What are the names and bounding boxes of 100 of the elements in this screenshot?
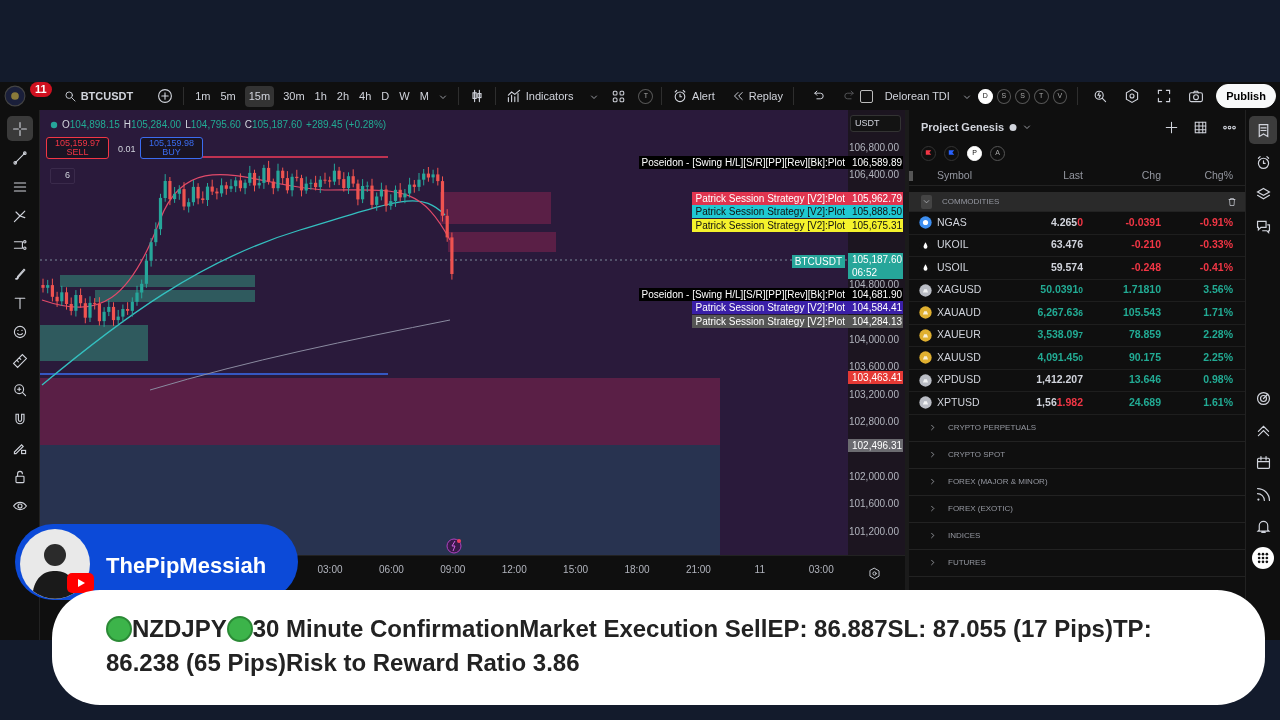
interval-tab[interactable]: M [418,87,430,105]
watchlist-row[interactable]: XAUAUD 6,267.636 105.543 1.71% [909,302,1245,325]
ohlc-value: C105,187.60 [244,118,303,132]
last-price: 6,267.636 [1036,304,1083,320]
interval-tab[interactable]: 1h [313,87,328,105]
change-value: -0.0391 [1124,214,1161,230]
change-value: 13.646 [1127,372,1161,388]
last-price: 63.476 [1049,237,1083,253]
price-tag: 104,681.90 [848,287,903,301]
time-axis-label: 21:00 [685,563,711,577]
section-title[interactable]: FOREX (MAJOR & MINOR) [948,475,1048,488]
symbol-text: XPDUSD [937,372,982,388]
change-value: +289.45 (+0.28%) [306,118,387,132]
change-percent: 1.61% [1202,394,1233,410]
last-price: 50.03910 [1039,282,1083,298]
interval-tab[interactable]: 5m [219,87,237,105]
symbol-text: XAUAUD [937,304,982,320]
interval-tab[interactable]: W [398,87,411,105]
change-value: -0.248 [1130,259,1161,275]
watchlist-row[interactable]: XPTUSD 1,561.982 24.689 1.61% [909,392,1245,415]
interval-tab[interactable]: 30m [282,87,306,105]
time-axis-label: 06:00 [378,563,404,577]
sell-button[interactable]: 105,159.97 SELL [46,137,109,159]
price-tag: 104,284.13 [848,314,903,328]
time-axis-label: 18:00 [624,563,650,577]
change-percent: 2.28% [1202,327,1233,343]
channel-name: ThePipMessiah [106,552,267,580]
section-title[interactable]: FUTURES [948,556,986,569]
change-percent: 0.98% [1202,372,1233,388]
watchlist-row[interactable]: XAGUSD 50.03910 1.71810 3.56% [909,279,1245,302]
template-name[interactable]: Delorean TDI [884,87,950,105]
section-title[interactable]: CRYPTO SPOT [948,448,1006,461]
change-value: 90.175 [1127,349,1161,365]
symbol-text: NGAS [937,214,968,230]
column-header[interactable]: Symbol [937,167,1013,184]
change-percent: -0.33% [1198,237,1233,253]
caption-text: 30 Minute ConfirmationMarket Execution SellEP: 86.887SL: 87.055 (17 Pips)TP: [252,614,1152,644]
alert-button[interactable]: Alert [668,85,719,107]
symbol-text: XAUEUR [937,327,982,343]
interval-tab[interactable]: 2h [335,87,351,105]
ohlc-value: H105,284.00 [123,118,182,132]
quantity-text: 0.01 [118,143,136,156]
price-tag: 103,463.41 [848,370,903,384]
interval-tab[interactable]: D [380,87,391,105]
last-price: 4,091.450 [1036,349,1083,365]
price-axis-label: 106,400.00 [848,169,899,182]
price-axis-label: 104,000.00 [848,333,899,346]
price-axis-label: 106,800.00 [848,142,899,154]
indicator-label: BTCUSDT [791,255,845,268]
symbol-text: XAGUSD [937,282,983,298]
ohlc-value: L104,795.60 [185,118,241,132]
price-tag: 102,496.31 [848,438,903,452]
section-title[interactable]: FOREX (EXOTIC) [948,502,1013,515]
time-axis-label: 12:00 [501,563,527,577]
price-axis-label: 101,600.00 [848,498,899,511]
watchlist-row[interactable]: XAUEUR 3,538.097 78.859 2.28% [909,324,1245,347]
watchlist-row[interactable]: UKOIL 63.476 -0.210 -0.33% [909,234,1245,257]
watchlist-row[interactable]: XPDUSD 1,412.207 13.646 0.98% [909,369,1245,392]
watchlist-row[interactable]: NGAS 4.2650 -0.0391 -0.91% [909,212,1245,235]
last-price: 59.574 [1049,259,1083,275]
ohlc-value: O104,898.15 [62,118,120,132]
currency-dropdown[interactable]: USDT [850,115,901,132]
watchlist-row[interactable]: XAUUSD 4,091.450 90.175 2.25% [909,347,1245,370]
change-value: -0.210 [1130,237,1161,253]
section-title[interactable]: CRYPTO PERPETUALS [948,421,1037,434]
price-axis-label: 101,200.00 [848,525,899,538]
price-tag: 106,589.89 [848,155,903,169]
time-axis-label: 09:00 [440,563,466,577]
indicators-toggle[interactable]: 6 [50,168,75,184]
price-axis-label: 102,800.00 [848,416,899,428]
price-axis-label: 102,000.00 [848,470,899,483]
symbol-text: UKOIL [937,237,970,253]
buy-button[interactable]: 105,159.98 BUY [140,137,203,159]
last-price: 1,561.982 [1035,394,1083,410]
watchlist-row[interactable]: USOIL 59.574 -0.248 -0.41% [909,257,1245,280]
replay-button[interactable]: Replay [726,86,787,106]
watchlist-title[interactable]: Project Genesis [921,118,1033,136]
section-title[interactable]: INDICES [948,529,981,542]
interval-tab[interactable]: 15m [244,85,275,107]
indicators-button[interactable]: Indicators [501,85,578,107]
change-value: 1.71810 [1122,282,1161,298]
symbol-search[interactable]: BTCUSDT [59,86,138,106]
time-axis-label: 11 [754,563,765,577]
time-axis-label: 03:00 [808,563,834,577]
last-price: 3,538.097 [1036,327,1083,343]
column-header[interactable]: Chg% [1161,167,1233,184]
price-tag: 105,962.79 [848,191,903,205]
column-header[interactable]: Chg [1083,167,1161,184]
interval-tab[interactable]: 1m [194,87,212,105]
change-value: 105.543 [1122,304,1161,320]
interval-tab[interactable]: 4h [358,87,373,105]
price-tag: 105,675.31 [848,218,903,232]
price-tag: 105,187.60 06:52 [848,253,903,279]
section-title[interactable]: COMMODITIES [942,195,1000,208]
change-percent: -0.41% [1198,259,1233,275]
symbol-text: XAUUSD [937,349,982,365]
column-header[interactable]: Last [1013,167,1083,184]
change-percent: 1.71% [1202,304,1233,320]
change-percent: 2.25% [1202,349,1233,365]
publish-button[interactable]: Publish [1216,83,1276,109]
